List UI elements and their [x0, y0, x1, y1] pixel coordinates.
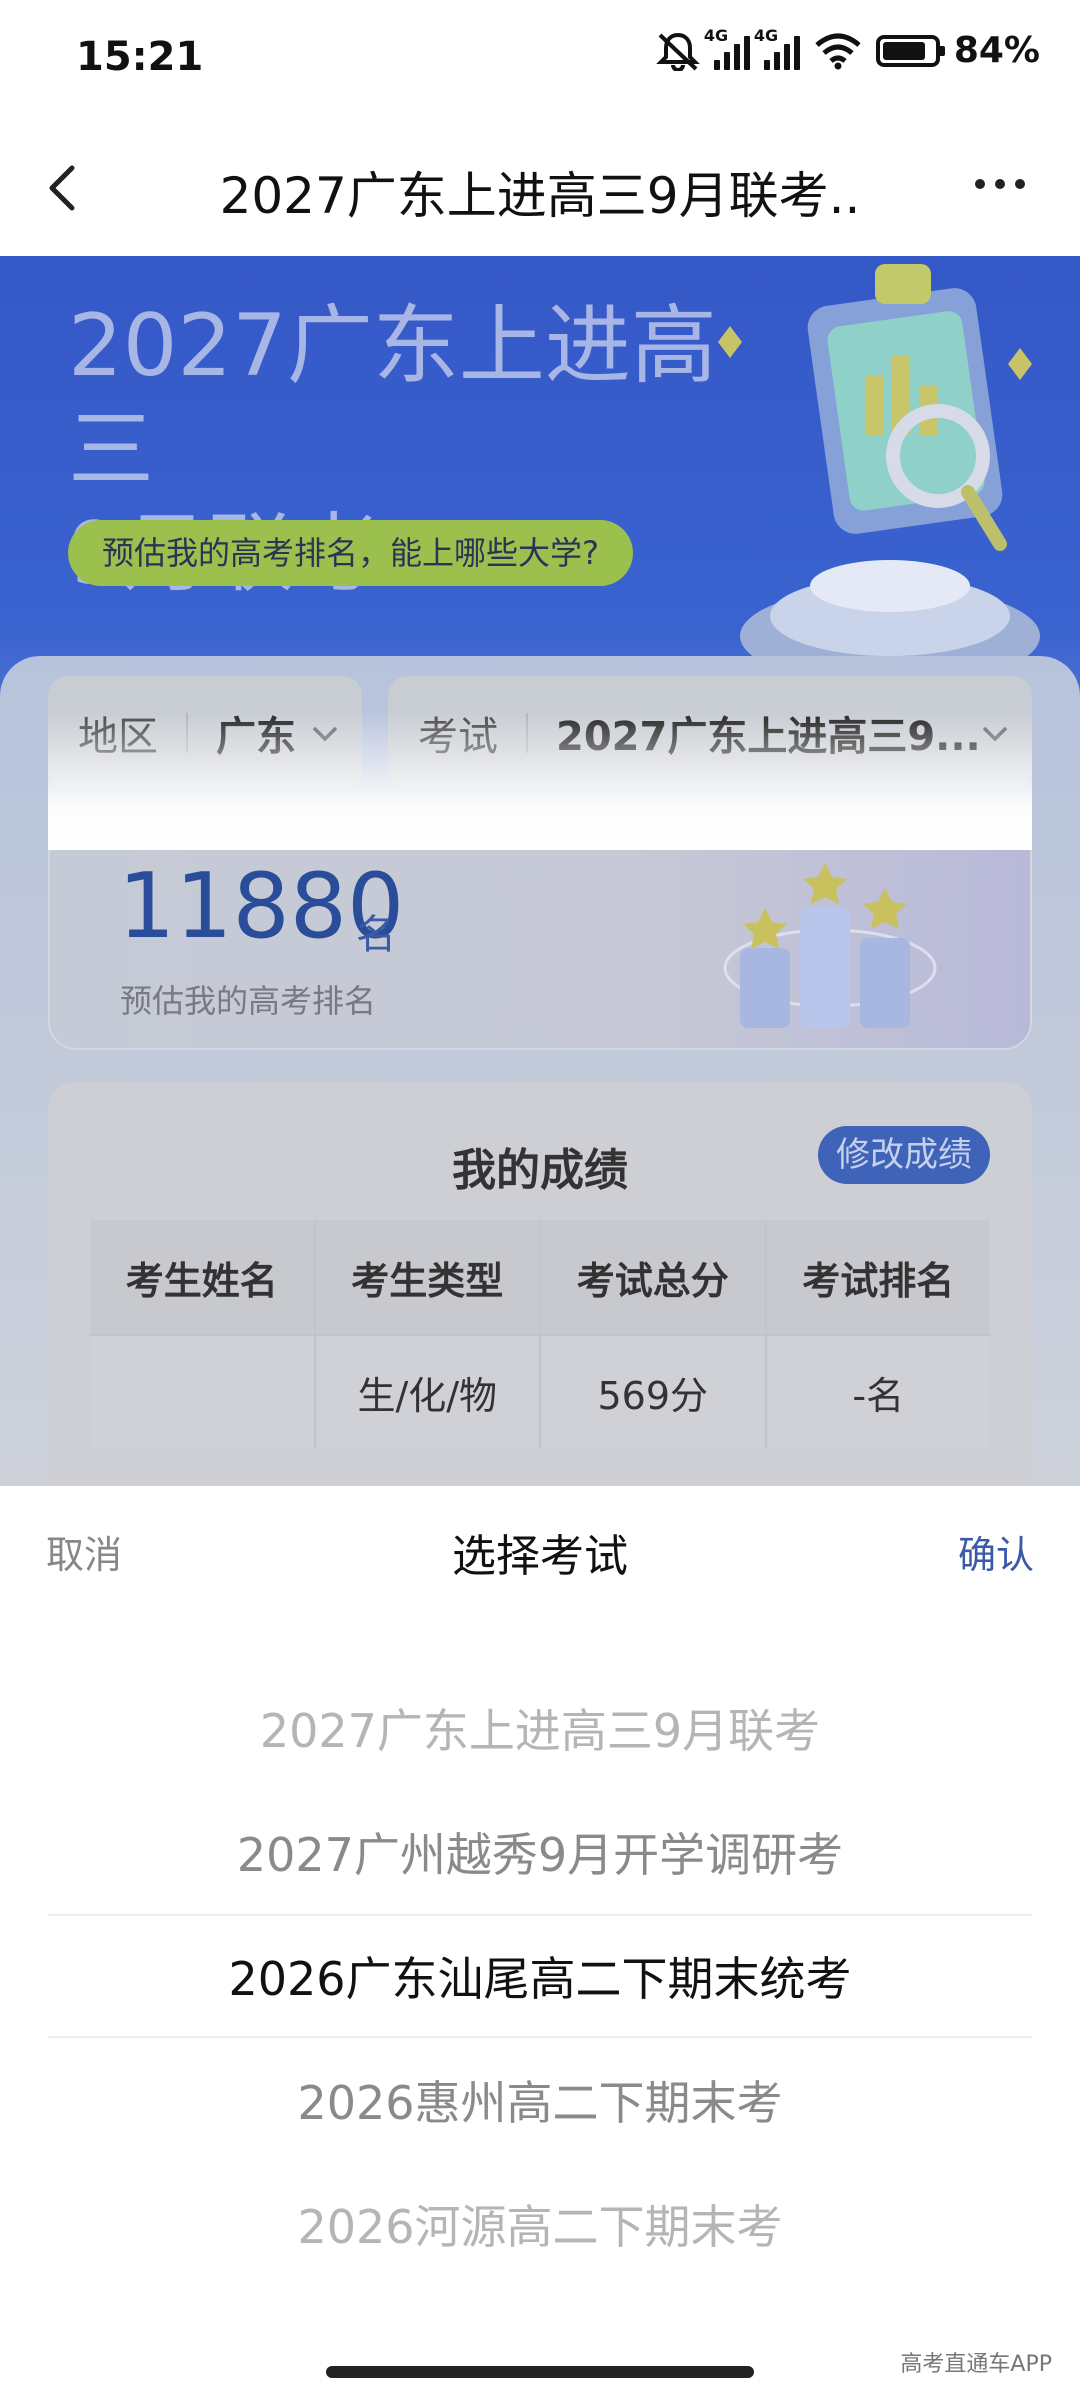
signal-icon: 4G: [754, 26, 800, 70]
home-indicator[interactable]: [326, 2366, 754, 2378]
table-header-cell: 考生姓名: [90, 1220, 316, 1334]
clipboard-magnifier-illustration: [718, 264, 1040, 676]
divider: [526, 713, 528, 753]
battery-percent: 84%: [953, 30, 1040, 71]
table-cell: 生/化/物: [315, 1334, 541, 1448]
exam-label: 考试: [418, 714, 498, 760]
exam-select[interactable]: 考试 2027广东上进高三9...: [388, 676, 1032, 790]
picker-option[interactable]: 2027广东上进高三9月联考: [48, 1666, 1032, 1790]
status-icons: 4G 4G 84%: [655, 26, 1040, 71]
hero-title-line1: 2027广东上进高三: [68, 296, 717, 500]
chevron-down-icon: [982, 726, 1008, 742]
table-cell: -名: [766, 1334, 990, 1448]
chevron-left-icon[interactable]: [36, 158, 96, 218]
exam-picker-wheel[interactable]: 2027广东上进高三9月联考 2027广州越秀9月开学调研考 2026广东汕尾高…: [48, 1666, 1032, 2326]
sheet-title: 选择考试: [452, 1531, 628, 1582]
battery-icon: [875, 34, 945, 67]
table-cell: [90, 1334, 316, 1448]
divider: [186, 713, 188, 753]
exam-value: 2027广东上进高三9...: [556, 714, 981, 760]
network-type-label: 4G: [753, 25, 779, 45]
region-label: 地区: [78, 714, 158, 760]
rank-card: 11880 名 预估我的高考排名: [48, 826, 1032, 1050]
region-value: 广东: [216, 714, 296, 760]
exam-picker-sheet: 取消 选择考试 确认 2027广东上进高三9月联考 2027广州越秀9月开学调研…: [0, 1486, 1080, 2400]
status-bar: 15:21 4G 4G 84%: [0, 0, 1080, 118]
edit-score-button[interactable]: 修改成绩: [818, 1126, 990, 1184]
signal-icon: 4G: [704, 26, 750, 70]
table-header-cell: 考试总分: [541, 1220, 767, 1334]
rank-unit: 名: [356, 912, 396, 958]
cancel-button[interactable]: 取消: [46, 1524, 122, 1579]
status-time: 15:21: [76, 34, 204, 80]
hero-section: 2027广东上进高三 9月联考 预估我的高考排名，能上哪些大学? 地区 广东 考…: [0, 256, 1080, 1486]
picker-option[interactable]: 2026惠州高二下期末考: [48, 2038, 1032, 2162]
rank-subtitle: 预估我的高考排名: [120, 982, 377, 1020]
watermark: 高考直通车APP: [900, 2352, 1052, 2377]
wifi-icon: [815, 33, 861, 69]
chevron-down-icon: [312, 726, 338, 742]
picker-option-selected[interactable]: 2026广东汕尾高二下期末统考: [48, 1914, 1032, 2038]
table-row: 生/化/物 569分 -名: [90, 1334, 990, 1448]
network-type-label: 4G: [703, 25, 729, 45]
score-card: 我的成绩 修改成绩 考生姓名 考生类型 考试总分 考试排名 生/化/物 569分…: [48, 1082, 1032, 1486]
region-select[interactable]: 地区 广东: [48, 676, 362, 790]
podium-icon: [723, 863, 937, 1028]
more-dots-icon[interactable]: [970, 164, 1030, 204]
picker-option[interactable]: 2027广州越秀9月开学调研考: [48, 1790, 1032, 1914]
table-header-cell: 考生类型: [315, 1220, 541, 1334]
picker-option[interactable]: 2026清远高二下期末考: [48, 2286, 1032, 2326]
table-header-cell: 考试排名: [766, 1220, 990, 1334]
nav-bar: 2027广东上进高三9月联考..: [0, 118, 1080, 256]
page-title: 2027广东上进高三9月联考..: [219, 167, 861, 225]
confirm-button[interactable]: 确认: [958, 1524, 1034, 1579]
table-header-row: 考生姓名 考生类型 考试总分 考试排名: [90, 1220, 990, 1334]
picker-option[interactable]: 2026河源高二下期末考: [48, 2162, 1032, 2286]
table-cell: 569分: [541, 1334, 767, 1448]
hero-pill-banner[interactable]: 预估我的高考排名，能上哪些大学?: [68, 520, 633, 586]
mute-icon: [655, 32, 700, 71]
score-table: 考生姓名 考生类型 考试总分 考试排名 生/化/物 569分 -名: [90, 1220, 990, 1448]
